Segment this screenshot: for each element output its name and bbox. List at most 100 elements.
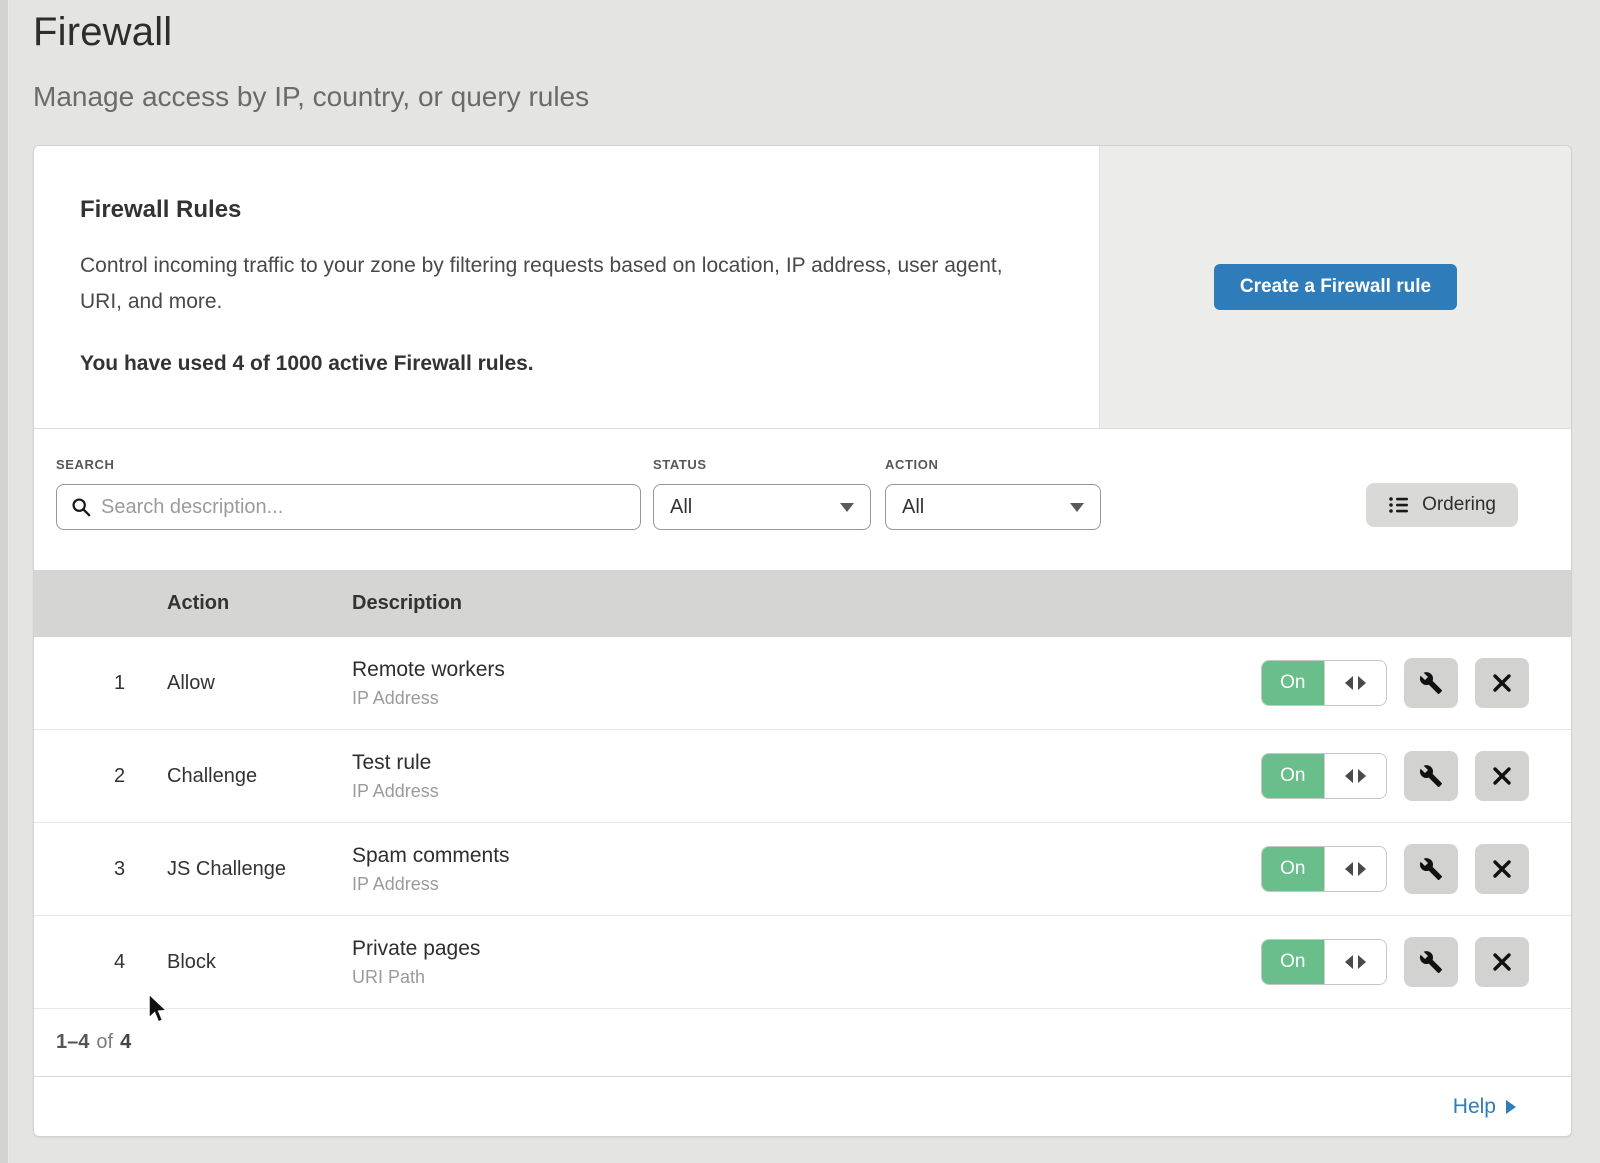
wrench-icon (1419, 764, 1443, 788)
edit-rule-button[interactable] (1404, 844, 1458, 894)
toggle-handle[interactable] (1324, 754, 1387, 798)
toggle-arrows-icon (1358, 769, 1366, 783)
toggle-arrows-icon (1358, 955, 1366, 969)
toggle-on-label: On (1262, 847, 1324, 891)
help-row: Help (34, 1076, 1571, 1137)
create-rule-panel: Create a Firewall rule (1099, 146, 1571, 428)
filters-bar: SEARCH STATUS All ACTION All (34, 429, 1571, 570)
rule-description: Remote workers (352, 658, 1261, 682)
ordering-wrap: Ordering (1366, 457, 1518, 527)
search-filter-group: SEARCH (56, 457, 641, 530)
edit-rule-button[interactable] (1404, 751, 1458, 801)
rule-match-type: IP Address (352, 874, 1261, 895)
rule-description-cell: Private pages URI Path (352, 937, 1261, 988)
arrow-right-icon (1506, 1100, 1516, 1114)
toggle-on-label: On (1262, 754, 1324, 798)
rule-action: Allow (167, 672, 352, 695)
search-icon (71, 497, 91, 517)
action-selected-value: All (902, 496, 924, 519)
rule-controls: On (1261, 844, 1529, 894)
delete-rule-button[interactable] (1475, 844, 1529, 894)
rule-match-type: IP Address (352, 688, 1261, 709)
status-label: STATUS (653, 457, 871, 472)
rule-action: Challenge (167, 765, 352, 788)
search-box[interactable] (56, 484, 641, 530)
chevron-down-icon (1070, 503, 1084, 512)
toggle-arrows-icon (1345, 955, 1353, 969)
rules-card-title: Firewall Rules (80, 196, 1029, 224)
close-icon (1491, 672, 1513, 694)
rule-description: Test rule (352, 751, 1261, 775)
help-link[interactable]: Help (1453, 1095, 1496, 1119)
action-column-header: Action (167, 592, 352, 615)
toggle-arrows-icon (1358, 862, 1366, 876)
delete-rule-button[interactable] (1475, 658, 1529, 708)
table-header: Action Description (34, 570, 1571, 637)
wrench-icon (1419, 950, 1443, 974)
close-icon (1491, 951, 1513, 973)
rule-controls: On (1261, 658, 1529, 708)
delete-rule-button[interactable] (1475, 937, 1529, 987)
pagination-total: 4 (120, 1031, 131, 1054)
delete-rule-button[interactable] (1475, 751, 1529, 801)
rule-description-cell: Spam comments IP Address (352, 844, 1261, 895)
close-icon (1491, 765, 1513, 787)
toggle-handle[interactable] (1324, 940, 1387, 984)
rule-priority: 1 (72, 672, 167, 695)
action-filter-group: ACTION All (885, 457, 1101, 530)
toggle-arrows-icon (1345, 676, 1353, 690)
rule-action: JS Challenge (167, 858, 352, 881)
toggle-arrows-icon (1345, 862, 1353, 876)
search-label: SEARCH (56, 457, 641, 472)
rule-match-type: IP Address (352, 781, 1261, 802)
rule-enabled-toggle[interactable]: On (1261, 846, 1387, 892)
rule-description-cell: Test rule IP Address (352, 751, 1261, 802)
pagination: 1–4 of 4 (34, 1009, 1571, 1076)
table-row: 1 Allow Remote workers IP Address On (34, 637, 1571, 730)
toggle-arrows-icon (1358, 676, 1366, 690)
rule-description: Spam comments (352, 844, 1261, 868)
chevron-down-icon (840, 503, 854, 512)
toggle-arrows-icon (1345, 769, 1353, 783)
description-column-header: Description (352, 592, 1529, 615)
rule-controls: On (1261, 751, 1529, 801)
action-label: ACTION (885, 457, 1101, 472)
list-ordering-icon (1388, 495, 1410, 515)
toggle-handle[interactable] (1324, 661, 1387, 705)
table-row: 3 JS Challenge Spam comments IP Address … (34, 823, 1571, 916)
status-selected-value: All (670, 496, 692, 519)
table-row: 2 Challenge Test rule IP Address On (34, 730, 1571, 823)
rule-enabled-toggle[interactable]: On (1261, 939, 1387, 985)
ordering-button[interactable]: Ordering (1366, 483, 1518, 527)
rules-table-body: 1 Allow Remote workers IP Address On (34, 637, 1571, 1009)
status-filter-group: STATUS All (653, 457, 871, 530)
rules-card-description: Control incoming traffic to your zone by… (80, 248, 1029, 320)
close-icon (1491, 858, 1513, 880)
pagination-of: of (96, 1031, 113, 1054)
rules-summary-section: Firewall Rules Control incoming traffic … (34, 146, 1571, 429)
page-header: Firewall Manage access by IP, country, o… (0, 0, 1600, 113)
rule-priority: 4 (72, 951, 167, 974)
toggle-handle[interactable] (1324, 847, 1387, 891)
rule-controls: On (1261, 937, 1529, 987)
rules-summary-text: Firewall Rules Control incoming traffic … (34, 146, 1099, 428)
edit-rule-button[interactable] (1404, 658, 1458, 708)
search-input[interactable] (101, 496, 626, 519)
create-firewall-rule-button[interactable]: Create a Firewall rule (1214, 264, 1457, 310)
pagination-range: 1–4 (56, 1031, 89, 1054)
toggle-on-label: On (1262, 940, 1324, 984)
page-subtitle: Manage access by IP, country, or query r… (33, 81, 1600, 113)
firewall-rules-card: Firewall Rules Control incoming traffic … (33, 145, 1572, 1137)
page-title: Firewall (33, 10, 1600, 55)
rule-description: Private pages (352, 937, 1261, 961)
rule-enabled-toggle[interactable]: On (1261, 753, 1387, 799)
status-select[interactable]: All (653, 484, 871, 530)
edit-rule-button[interactable] (1404, 937, 1458, 987)
rules-usage-note: You have used 4 of 1000 active Firewall … (80, 352, 1029, 376)
rule-description-cell: Remote workers IP Address (352, 658, 1261, 709)
ordering-button-label: Ordering (1422, 494, 1496, 516)
rule-match-type: URI Path (352, 967, 1261, 988)
action-select[interactable]: All (885, 484, 1101, 530)
rule-enabled-toggle[interactable]: On (1261, 660, 1387, 706)
table-row: 4 Block Private pages URI Path On (34, 916, 1571, 1009)
